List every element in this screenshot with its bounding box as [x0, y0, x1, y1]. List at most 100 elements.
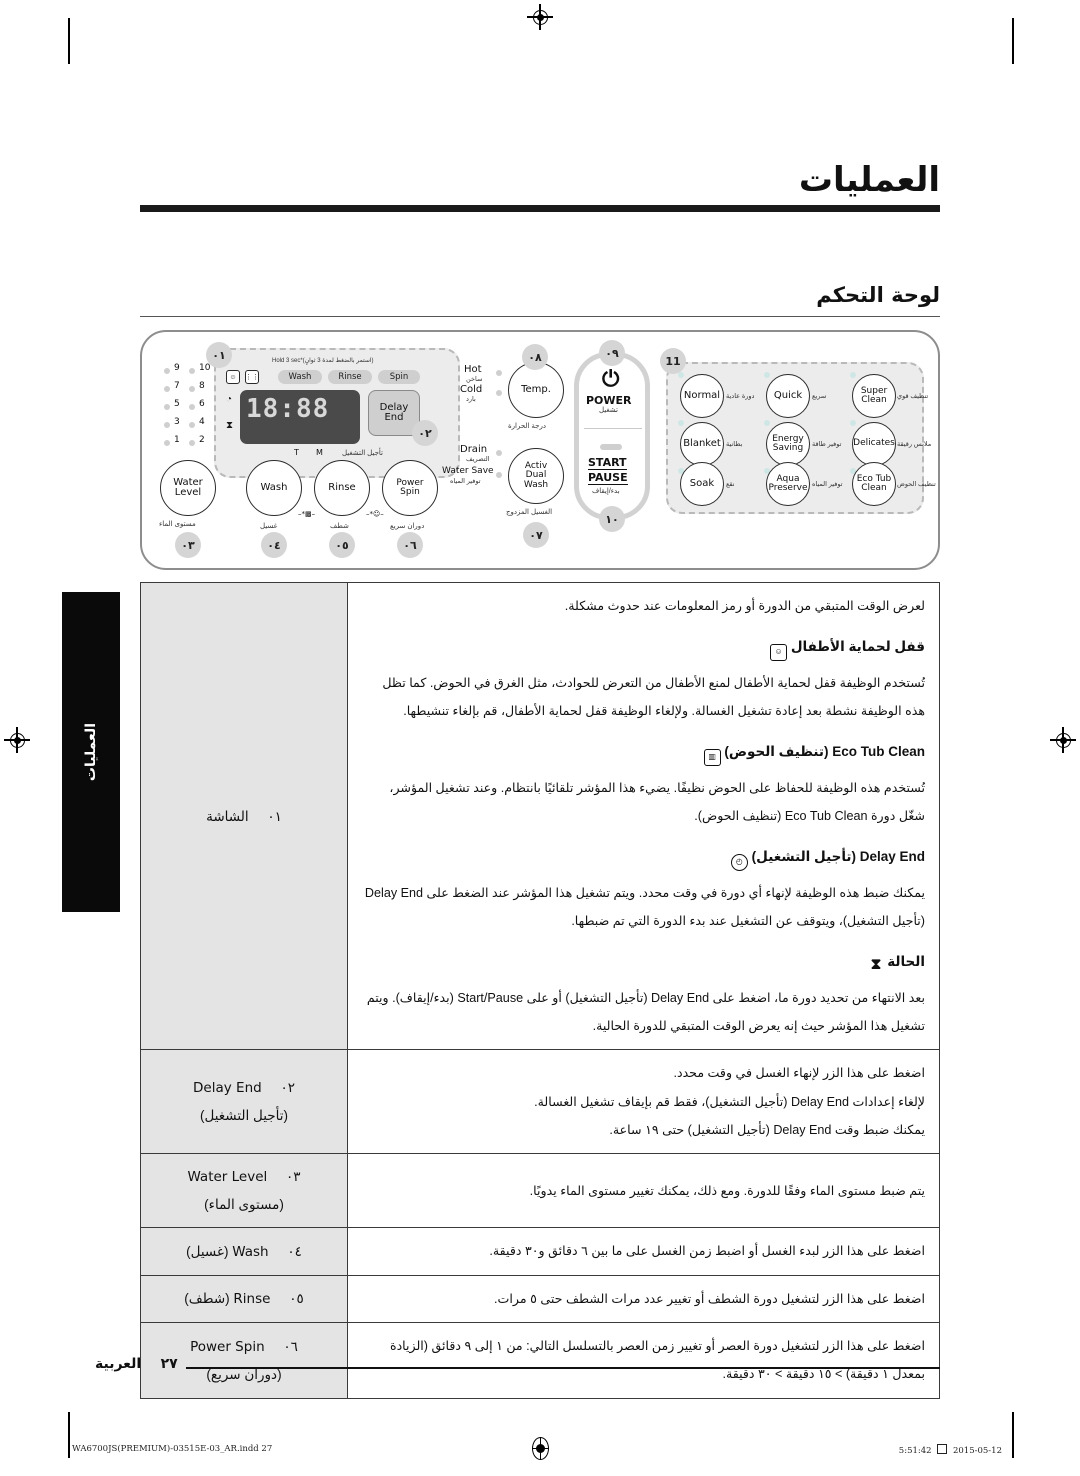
- row-2-label-ar: (تأجيل التشغيل): [199, 1108, 289, 1124]
- page-number: ٢٧: [160, 1356, 178, 1372]
- registration-mark-left: [4, 727, 30, 753]
- row-5-description: اضغط على هذا الزر لتشغيل دورة الشطف أو ت…: [347, 1274, 940, 1324]
- cycle-super-clean[interactable]: Super Clean: [852, 374, 896, 418]
- row-1-number: ٠١: [267, 808, 282, 824]
- row-1-subheading-delay-end: Delay End (تأجيل التشغيل) ◴: [362, 842, 925, 872]
- cycle-led-delicates: [850, 420, 856, 426]
- callout-03: ٠٣: [175, 532, 201, 558]
- delay-clock-icon: ◔: [226, 394, 233, 405]
- water-level-led-5: [164, 404, 170, 410]
- page-number-block: ٢٧ العربية: [95, 1356, 178, 1372]
- row-5-label-en: Rinse: [233, 1290, 271, 1307]
- water-level-button-ar: مستوى الماء: [159, 521, 196, 528]
- water-level-led-8: [189, 386, 195, 392]
- power-spin-button-label: Power Spin: [396, 477, 424, 497]
- water-level-num-6: 6: [199, 399, 205, 409]
- lock-dash-icon-2: –*☺–: [366, 510, 384, 518]
- lock-dash-icon-1: –*▩–: [298, 510, 316, 518]
- cycle-led-normal: [678, 372, 684, 378]
- footer-filename: WA6700JS(PREMIUM)-03515E-03_AR.indd 27: [72, 1444, 273, 1454]
- chapter-title: العمليات: [798, 160, 940, 200]
- cycle-soak[interactable]: Soak: [680, 462, 724, 506]
- row-1-eco-tub-title: Eco Tub Clean (تنظيف الحوض): [724, 744, 925, 760]
- water-level-num-7: 7: [174, 381, 180, 391]
- callout-10: ١٠: [599, 506, 625, 532]
- start-pause-led: [600, 444, 622, 450]
- manual-page: العمليات لوحة التحكم العمليات ٠١ Hold 3 …: [0, 0, 1080, 1476]
- water-save-indicator-ar: توفير المياه: [450, 478, 481, 485]
- water-level-led-9: [164, 368, 170, 374]
- wash-button-ar: غسيل: [260, 523, 278, 530]
- water-level-num-8: 8: [199, 381, 205, 391]
- cycle-quick[interactable]: Quick: [766, 374, 810, 418]
- cycle-delicates[interactable]: Delicates: [852, 422, 896, 466]
- cycle-delicates-ar: ملابس رقيقة: [897, 441, 932, 448]
- hourglass-icon: ⧗: [870, 956, 882, 974]
- cycle-aqua-preserve[interactable]: Aqua Preserve: [766, 462, 810, 506]
- drain-indicator-ar: التصريف: [466, 456, 490, 463]
- temp-button[interactable]: Temp.: [508, 362, 564, 418]
- cycle-energy-saving-ar: توفير طاقة: [812, 441, 842, 448]
- cycle-normal-label: Normal: [683, 389, 721, 401]
- indicator-pill-rinse: Rinse: [328, 370, 372, 384]
- registration-mark-top: [527, 4, 553, 30]
- cycle-normal-ar: دورة عادية: [726, 393, 755, 400]
- cold-indicator-label: Cold: [460, 384, 483, 395]
- indicator-pill-wash: Wash: [278, 370, 322, 384]
- row-2-number: ٠٢: [280, 1080, 295, 1096]
- cycle-blanket[interactable]: Blanket: [680, 422, 724, 466]
- water-level-num-5: 5: [174, 399, 180, 409]
- row-6-para-1: اضغط على هذا الزر لتشغيل دورة العصر أو ت…: [389, 1339, 925, 1382]
- row-1-para-5: تُستخدم هذه الوظيفة للحفاظ على الحوض نظي…: [389, 780, 925, 824]
- activ-dual-wash-button[interactable]: Activ Dual Wash: [508, 448, 564, 504]
- callout-11: 11: [660, 348, 686, 374]
- cold-indicator-ar: بارد: [466, 396, 476, 403]
- unit-label-m: M: [316, 448, 323, 457]
- water-level-button[interactable]: Water Level: [160, 460, 216, 516]
- cycle-eco-tub-clean-ar: تنظيف الحوض: [897, 481, 936, 488]
- cycle-normal[interactable]: Normal: [680, 374, 724, 418]
- row-1-status-title: الحالة: [887, 954, 925, 970]
- cycle-eco-tub-clean[interactable]: Eco Tub Clean: [852, 462, 896, 506]
- footer-time: 5:51:42: [898, 1446, 932, 1456]
- water-level-num-9: 9: [174, 363, 180, 373]
- callout-07: ٠٧: [523, 522, 549, 548]
- table-row: اضغط على هذا الزر لإنهاء الغسل في وقت مح…: [140, 1049, 940, 1155]
- row-2-label: ٠٢ Delay End (تأجيل التشغيل): [140, 1049, 348, 1155]
- water-level-led-10: [189, 368, 195, 374]
- row-3-label-en: Water Level: [187, 1169, 268, 1186]
- row-3-description: يتم ضبط مستوى الماء وفقًا للدورة. ومع ذل…: [347, 1153, 940, 1229]
- row-1-delay-end-title: Delay End (تأجيل التشغيل): [751, 849, 925, 865]
- section-rule: [140, 316, 940, 318]
- row-1-child-lock-title: قفل لحماية الأطفال: [790, 639, 925, 655]
- section-title: لوحة التحكم: [816, 283, 940, 307]
- water-level-led-6: [189, 404, 195, 410]
- cycle-energy-saving[interactable]: Energy Saving: [766, 422, 810, 466]
- power-spin-button[interactable]: Power Spin: [382, 460, 438, 516]
- water-level-led-3: [164, 422, 170, 428]
- row-6-label-line1: ٠٦ Power Spin: [155, 1333, 333, 1361]
- control-panel-illustration: ٠١ Hold 3 sec*(استمر بالضغط لمدة 3 ثوانٍ…: [140, 330, 940, 570]
- row-4-label-ar: (غسيل): [186, 1243, 229, 1259]
- wash-button[interactable]: Wash: [246, 460, 302, 516]
- cycle-delicates-label: Delicates: [853, 438, 895, 449]
- callout-05: ٠٥: [329, 532, 355, 558]
- row-2-label-en: Delay End: [193, 1080, 262, 1097]
- footer-timestamp: 2015-05-12 5:51:42: [899, 1444, 1002, 1456]
- row-1-label-ar: الشاشة: [206, 808, 249, 824]
- cycle-soak-label: Soak: [689, 477, 715, 489]
- start-pause-ar: بدء/إيقاف: [592, 488, 620, 495]
- row-4-label-en: Wash: [232, 1243, 269, 1260]
- cycle-eco-tub-clean-label: Eco Tub Clean: [856, 473, 892, 493]
- side-tab-label: العمليات: [83, 722, 99, 782]
- rinse-button[interactable]: Rinse: [314, 460, 370, 516]
- row-4-number: ٠٤: [287, 1243, 302, 1259]
- cycle-led-energy-saving: [764, 420, 770, 426]
- water-level-num-2: 2: [199, 435, 205, 445]
- cycle-led-blanket: [678, 420, 684, 426]
- delay-end-ar-label: تأجيل التشغيل: [342, 450, 383, 457]
- water-level-led-1: [164, 440, 170, 446]
- table-row: يتم ضبط مستوى الماء وفقًا للدورة. ومع ذل…: [140, 1153, 940, 1229]
- table-row: اضغط على هذا الزر لبدء الغسل أو اضبط زمن…: [140, 1227, 940, 1276]
- start-label: START: [588, 456, 627, 470]
